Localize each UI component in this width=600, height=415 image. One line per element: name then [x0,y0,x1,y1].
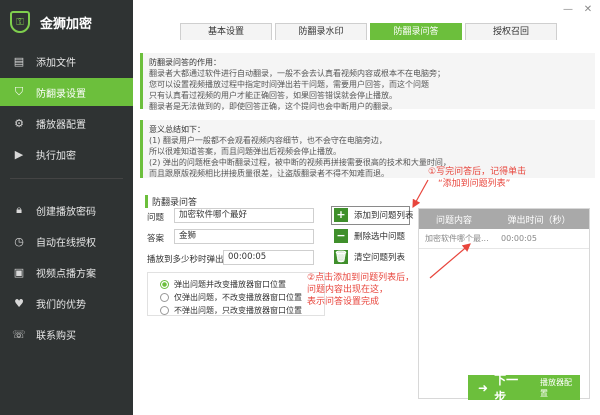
minimize-icon[interactable]: — [562,4,574,16]
option-label: 弹出问题并改变播放器窗口位置 [174,280,286,289]
shield-icon: ⛉ [14,85,24,98]
purpose-line: 翻录者大都通过软件进行自动翻录，一般不会去认真看视频内容或根本不在电脑旁； [149,69,445,78]
sidebar-item-create-password[interactable]: 🔒︎ 创建播放密码 [0,196,133,224]
window-controls: — ✕ [562,4,594,16]
sidebar-item-label: 自动在线授权 [36,237,96,249]
next-step-label: 下一步 [494,372,519,404]
option-popup-only[interactable]: 仅弹出问题，不改变播放器窗口位置 [160,292,302,303]
plus-icon: + [334,208,348,222]
annotation-step-1: ①写完问答后，记得单击 “添加到问题列表” [428,166,526,190]
purpose-line: 只有认真看过视频的用户才能正确回答，如果回答错误就会停止播放。 [149,91,397,100]
sidebar-item-label: 创建播放密码 [36,206,96,218]
sidebar-item-label: 播放器配置 [36,119,86,131]
annotation-line: “添加到问题列表” [438,179,511,189]
purpose-panel: 防翻录问答的作用： 翻录者大都通过软件进行自动翻录，一般不会去认真看视频内容或根… [140,53,595,111]
cell-question: 加密软件哪个最... [425,234,489,243]
annotation-line: ①写完问答后，记得单击 [428,167,527,177]
shield-logo-icon: ⚿ [10,11,30,33]
main-content: 防翻录问答的作用： 翻录者大都通过软件进行自动翻录，一般不会去认真看视频内容或根… [133,40,600,415]
sidebar: ⚿ 金狮加密 ▤ 添加文件 ⛉ 防翻录设置 ⚙ 播放器配置 ▶ 执行加密 🔒︎ … [0,0,133,415]
delete-selected-label: 删除选中问题 [354,232,406,242]
radio-selected[interactable] [160,280,169,289]
radio-unselected[interactable] [160,306,169,315]
file-plus-icon: ▤ [13,54,25,68]
tab-watermark[interactable]: 防翻录水印 [275,23,367,40]
gear-icon: ⚙ [14,116,24,130]
annotation-step-2: ②点击添加到问题列表后， 问题内容出现在这， 表示问答设置完成 [307,272,414,308]
clock-icon: ◷ [14,234,24,248]
add-to-list-label: 添加到问题列表 [354,211,414,221]
tab-basic-settings[interactable]: 基本设置 [180,23,272,40]
col-question-header: 问题内容 [435,215,472,226]
tab-qa[interactable]: 防翻录问答 [370,23,462,40]
minus-icon: − [334,229,348,243]
option-label: 不弹出问题，只改变播放器窗口位置 [174,306,302,315]
popup-time-label: 播放到多少秒时弹出 [147,255,224,265]
lock-icon: 🔒︎ [16,203,22,216]
contact-icon: ☏ [12,327,26,341]
sidebar-item-anti-record[interactable]: ⛉ 防翻录设置 [0,78,133,106]
annotation-line: ②点击添加到问题列表后， [307,273,415,283]
table-header: 问题内容 弹出时间（秒） [419,209,589,229]
popup-options-group: 弹出问题并改变播放器窗口位置 仅弹出问题，不改变播放器窗口位置 不弹出问题，只改… [147,272,325,316]
qa-heading: 防翻录问答 [145,195,197,208]
close-icon[interactable]: ✕ [582,4,594,16]
annotation-line: 问题内容出现在这， [307,285,389,295]
delete-selected-button[interactable]: − 删除选中问题 [334,228,405,244]
summary-heading: 意义总结如下： [149,125,205,134]
next-step-button[interactable]: ➜ 下一步 播放器配置 [468,373,580,404]
purpose-heading: 防翻录问答的作用： [149,58,221,67]
question-label: 问题 [147,213,165,223]
sidebar-item-label: 视频点播方案 [36,268,96,280]
next-step-sublabel: 播放器配置 [540,377,573,398]
clear-list-button[interactable]: 🗑︎ 清空问题列表 [334,249,405,265]
add-to-list-button[interactable]: + 添加到问题列表 [334,207,414,223]
arrow-right-icon: ➜ [478,380,489,395]
sidebar-item-player-config[interactable]: ⚙ 播放器配置 [0,109,133,137]
sidebar-item-label: 防翻录设置 [36,88,86,100]
question-input[interactable]: 加密软件哪个最好 [174,208,314,223]
sidebar-item-advantages[interactable]: ♥ 我们的优势 [0,289,133,317]
radio-unselected[interactable] [160,293,169,302]
answer-label: 答案 [147,234,165,244]
summary-panel: 意义总结如下： (1) 翻录用户一般都不会观看视频内容细节，也不会守在电脑旁边，… [140,120,595,178]
sidebar-item-label: 执行加密 [36,150,76,162]
app-logo: ⚿ 金狮加密 [0,0,133,44]
heart-icon: ♥ [14,296,24,310]
option-move-only[interactable]: 不弹出问题，只改变播放器窗口位置 [160,305,302,316]
video-icon: ▣ [13,265,25,279]
option-label: 仅弹出问题，不改变播放器窗口位置 [174,293,302,302]
summary-line: (1) 翻录用户一般都不会观看视频内容细节，也不会守在电脑旁边， [149,136,387,145]
sidebar-item-label: 添加文件 [36,57,76,69]
answer-input[interactable]: 金狮 [174,229,314,244]
option-popup-and-move[interactable]: 弹出问题并改变播放器窗口位置 [160,279,286,290]
app-window: ⚿ 金狮加密 ▤ 添加文件 ⛉ 防翻录设置 ⚙ 播放器配置 ▶ 执行加密 🔒︎ … [0,0,600,415]
play-icon: ▶ [14,147,24,161]
sidebar-item-vod-plan[interactable]: ▣ 视频点播方案 [0,258,133,286]
table-row[interactable]: 加密软件哪个最... 00:00:05 [419,229,589,249]
purpose-line: 您可以设置视频播放过程中指定时间弹出若干问题，需要用户回答，而这个问题 [149,80,429,89]
popup-time-input[interactable]: 00:00:05 [223,250,314,265]
cell-time: 00:00:05 [501,234,537,243]
sidebar-divider [10,178,123,179]
sidebar-item-encrypt[interactable]: ▶ 执行加密 [0,140,133,168]
sidebar-item-label: 我们的优势 [36,299,86,311]
col-time-header: 弹出时间（秒） [507,215,571,226]
clear-list-label: 清空问题列表 [354,253,406,263]
purpose-line: 翻录者是无法做到的，即使回答正确，这个提问也会中断用户的翻录。 [149,102,397,111]
sidebar-item-contact[interactable]: ☏ 联系购买 [0,320,133,348]
app-title: 金狮加密 [40,16,93,32]
sidebar-item-add-file[interactable]: ▤ 添加文件 [0,47,133,75]
summary-line: 所以很难知道答案，而且问题弹出后视频会停止播放。 [149,147,341,156]
tab-bar: 基本设置 防翻录水印 防翻录问答 授权召回 [180,23,560,40]
annotation-line: 表示问答设置完成 [307,297,380,307]
sidebar-item-online-auth[interactable]: ◷ 自动在线授权 [0,227,133,255]
tab-auth-recall[interactable]: 授权召回 [465,23,557,40]
sidebar-item-label: 联系购买 [36,330,76,342]
trash-icon: 🗑︎ [334,250,348,264]
